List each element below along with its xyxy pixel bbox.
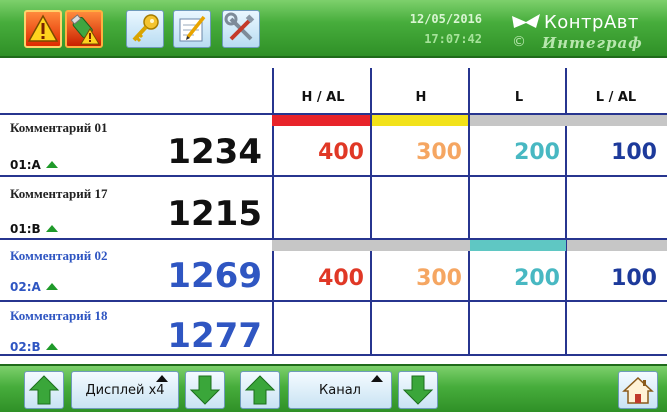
- alarm-button[interactable]: [24, 10, 62, 48]
- column-divider: [468, 68, 470, 356]
- arrow-down-icon: [189, 375, 221, 405]
- setpoint-l-al: 100: [611, 140, 657, 165]
- arrow-up-icon: [28, 375, 60, 405]
- brand-logo-icon: [512, 14, 540, 28]
- row-divider: [0, 300, 667, 302]
- process-value: 1277: [167, 316, 262, 356]
- trend-up-icon: [45, 161, 58, 168]
- channel-id: 01:A: [10, 158, 58, 172]
- row-divider: [0, 175, 667, 177]
- home-icon: [622, 376, 654, 404]
- edit-icon: [179, 15, 206, 42]
- column-divider: [370, 68, 372, 356]
- channel-id: 02:A: [10, 280, 58, 294]
- trend-up-icon: [45, 225, 58, 232]
- h-inactive-indicator: [272, 240, 470, 251]
- l-warning-indicator: [470, 240, 566, 251]
- screen: 12/05/2016 17:07:42 КонтрАвт © Интеграф …: [0, 0, 667, 412]
- home-button[interactable]: [618, 371, 658, 409]
- setpoint-h: 300: [416, 140, 462, 165]
- h-al-alarm-indicator: [272, 115, 370, 126]
- display-select-button[interactable]: Дисплей x4: [71, 371, 179, 409]
- key-button[interactable]: [126, 10, 164, 48]
- process-value: 1269: [167, 256, 262, 296]
- display-label: Дисплей x4: [85, 383, 165, 398]
- process-value: 1215: [167, 194, 262, 234]
- usb-warning-icon: [70, 14, 100, 45]
- time-display: 17:07:42: [424, 32, 482, 46]
- column-header-h: H: [415, 90, 427, 105]
- key-icon: [132, 14, 159, 43]
- column-header-l: L: [514, 90, 524, 105]
- caret-up-icon: [156, 375, 168, 382]
- channel-id-label: 02:A: [10, 280, 41, 294]
- channel-next-button[interactable]: [398, 371, 438, 409]
- column-divider: [565, 68, 567, 356]
- channel-select-button[interactable]: Канал: [288, 371, 392, 409]
- trend-up-icon: [45, 343, 58, 350]
- setpoint-l: 200: [514, 266, 560, 291]
- process-value: 1234: [167, 132, 262, 172]
- channel-id: 02:B: [10, 340, 58, 354]
- setpoint-l: 200: [514, 140, 560, 165]
- column-header-l-al: L / AL: [595, 90, 637, 105]
- tools-button[interactable]: [222, 10, 260, 48]
- channel-comment: Комментарий 18: [10, 308, 108, 323]
- tools-icon: [224, 12, 255, 41]
- brand-name: КонтрАвт: [544, 12, 639, 33]
- arrow-down-icon: [402, 375, 434, 405]
- caret-up-icon: [371, 375, 383, 382]
- channel-id-label: 01:B: [10, 222, 41, 236]
- display-prev-button[interactable]: [24, 371, 64, 409]
- l-al-inactive-indicator: [567, 240, 667, 251]
- setpoint-h-al: 400: [318, 140, 364, 165]
- channel-id-label: 01:A: [10, 158, 41, 172]
- column-divider: [272, 68, 274, 356]
- brand: КонтрАвт © Интеграф: [512, 10, 667, 54]
- channel-prev-button[interactable]: [240, 371, 280, 409]
- row-divider: [0, 354, 667, 356]
- brand-copyright: ©: [512, 34, 526, 50]
- arrow-up-icon: [244, 375, 276, 405]
- setpoint-h-al: 400: [318, 266, 364, 291]
- display-next-button[interactable]: [185, 371, 225, 409]
- channel-label: Канал: [319, 383, 361, 398]
- alarm-warning-icon: [27, 14, 59, 42]
- h-warning-indicator: [372, 115, 468, 126]
- edit-button[interactable]: [173, 10, 211, 48]
- brand-subtitle: Интеграф: [542, 34, 643, 52]
- l-inactive-indicator: [470, 115, 667, 126]
- top-bar: 12/05/2016 17:07:42 КонтрАвт © Интеграф: [0, 0, 667, 58]
- channel-comment: Комментарий 17: [10, 186, 108, 201]
- channel-id: 01:B: [10, 222, 58, 236]
- usb-button[interactable]: [65, 10, 103, 48]
- channel-comment: Комментарий 01: [10, 120, 108, 135]
- channel-table: H / AL H L L / AL Комментарий 01 01:A 12…: [0, 58, 667, 364]
- trend-up-icon: [45, 283, 58, 290]
- setpoint-h: 300: [416, 266, 462, 291]
- channel-comment: Комментарий 02: [10, 248, 108, 263]
- setpoint-l-al: 100: [611, 266, 657, 291]
- date-display: 12/05/2016: [409, 12, 482, 26]
- bottom-bar: Дисплей x4 Канал: [0, 364, 667, 412]
- channel-id-label: 02:B: [10, 340, 41, 354]
- column-header-h-al: H / AL: [301, 90, 345, 105]
